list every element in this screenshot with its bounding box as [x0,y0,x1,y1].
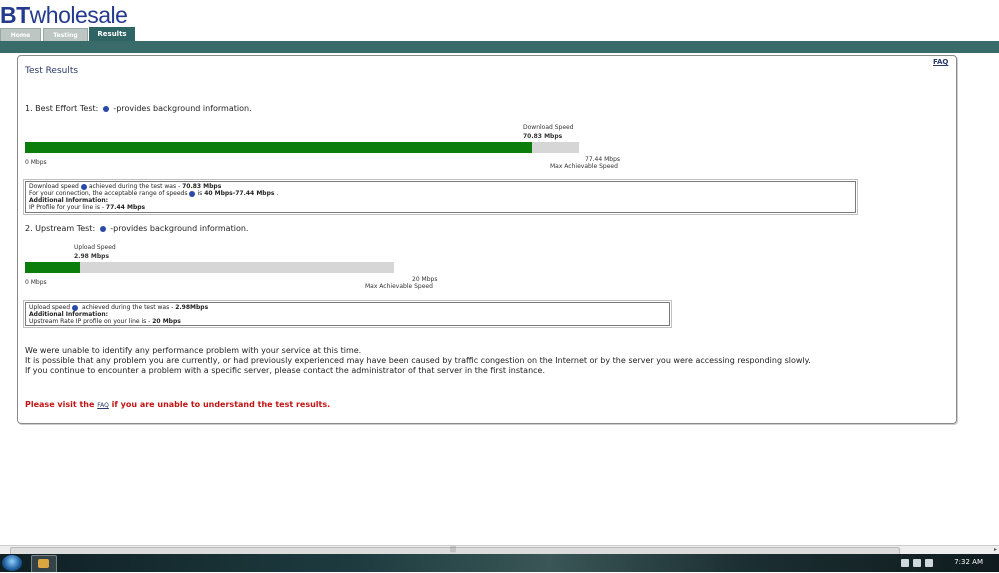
volume-icon[interactable] [925,559,933,567]
info-icon[interactable] [72,304,79,311]
scroll-right-icon[interactable]: ▸ [994,546,997,553]
download-max-value: 77.44 Mbps [585,156,621,163]
download-info-text: For your connection, the acceptable rang… [29,190,188,197]
upload-speed-label: Upload Speed [74,244,116,251]
download-speed-label: Download Speed [523,124,574,131]
folder-icon [38,559,49,568]
download-progress-fill [25,142,532,153]
download-info-box: Download speed achieved during the test w… [23,179,858,215]
upload-max-label: Max Achievable Speed [365,283,433,290]
info-icon[interactable] [99,225,106,232]
upload-info-value: 20 Mbps [152,318,181,325]
download-info-line2: For your connection, the acceptable rang… [29,190,852,197]
message-line-3: If you continue to encounter a problem w… [25,366,545,375]
faq-notice-text: Please visit the [25,400,98,409]
tab-testing[interactable]: Testing [43,28,88,41]
download-info-line4: IP Profile for your line is - 77.44 Mbps [29,204,852,211]
download-info-line1: Download speed achieved during the test w… [29,183,852,190]
header-bar [0,41,999,53]
upload-min-label: 0 Mbps [25,279,47,286]
upstream-heading: 2. Upstream Test: -provides background i… [25,224,248,233]
shield-icon[interactable] [901,559,909,567]
download-info-value: 70.83 Mbps [182,183,222,190]
scrollbar-grip-icon: ||| [450,546,457,553]
upload-info-line3: Upstream Rate IP profile on your line is… [29,318,666,325]
download-info-value: 40 Mbps-77.44 Mbps [204,190,275,197]
start-button-icon[interactable] [2,555,22,571]
upload-progress-fill [25,262,80,273]
download-info-text: IP Profile for your line is - [29,204,106,211]
upload-info-text: Upstream Rate IP profile on your line is… [29,318,153,325]
faq-notice: Please visit the FAQ if you are unable t… [25,400,330,409]
best-effort-heading-text: 1. Best Effort Test: [25,104,99,113]
best-effort-heading-desc: -provides background information. [113,104,252,113]
download-info-text: achieved during the test was - [88,183,183,190]
tab-home[interactable]: Home [0,28,41,41]
download-progress-bar [25,142,579,153]
page-title: Test Results [25,66,79,76]
tab-results[interactable]: Results [89,27,135,41]
message-line-2: It is possible that any problem you are … [25,356,811,365]
faq-notice-link[interactable]: FAQ [97,402,109,409]
logo-bt: BT [0,2,30,28]
download-max-label: Max Achievable Speed [550,163,618,170]
taskbar-browser-button[interactable] [31,555,57,573]
network-icon[interactable] [913,559,921,567]
upload-progress-bar [25,262,394,273]
system-tray: 7:32 AM [899,554,999,572]
upload-max-value: 20 Mbps [412,276,438,283]
additional-info-heading: Additional Information: [29,197,109,204]
info-icon[interactable] [80,183,87,190]
best-effort-heading: 1. Best Effort Test: -provides backgroun… [25,104,252,113]
info-icon[interactable] [102,105,109,112]
download-speed-value: 70.83 Mbps [523,133,563,140]
upload-info-text: Upload speed [29,304,71,311]
faq-link[interactable]: FAQ [933,58,948,66]
info-icon[interactable] [189,190,196,197]
upload-info-box: Upload speed achieved during the test wa… [23,300,672,328]
upload-info-line1: Upload speed achieved during the test wa… [29,304,666,311]
download-info-text: . [274,190,279,197]
upstream-heading-desc: -provides background information. [110,224,249,233]
taskbar: 7:32 AM [0,554,999,573]
message-line-1: We were unable to identify any performan… [25,346,362,355]
additional-info-heading: Additional Information: [29,311,109,318]
logo-wholesale: wholesale [29,2,128,28]
download-info-value: 77.44 Mbps [105,204,146,211]
upload-info-text: achieved during the test was - [80,304,176,311]
bt-wholesale-logo: BTwholesale [0,2,128,29]
download-min-label: 0 Mbps [25,159,47,166]
faq-notice-text: if you are unable to understand the test… [108,400,331,409]
upload-speed-value: 2.98 Mbps [74,253,110,260]
download-info-text: Download speed [29,183,79,190]
clock[interactable]: 7:32 AM [954,558,983,566]
upstream-heading-text: 2. Upstream Test: [25,224,96,233]
upload-info-value: 2.98Mbps [175,304,209,311]
